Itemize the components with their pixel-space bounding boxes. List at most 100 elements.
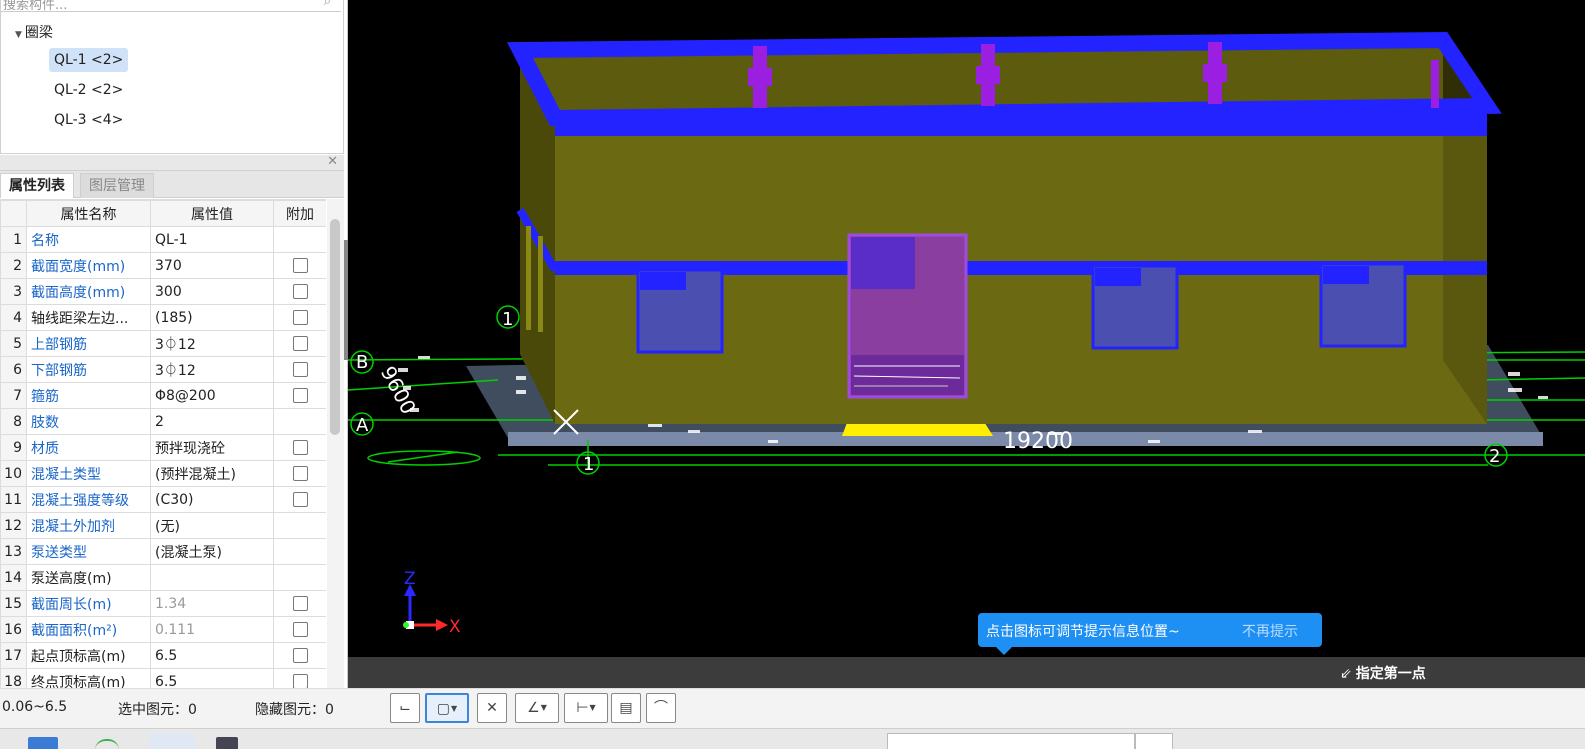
object-snap-button[interactable]: ▢▼ bbox=[425, 693, 469, 723]
property-value[interactable]: (混凝土泵) bbox=[150, 538, 274, 565]
property-row[interactable]: 10 混凝土类型 (预拌混凝土) bbox=[0, 460, 326, 487]
taskbar-app-icon[interactable] bbox=[28, 737, 58, 749]
property-name: 截面周长(m) bbox=[26, 590, 151, 617]
display-toggle-button[interactable]: ▤ bbox=[611, 693, 641, 723]
property-value[interactable]: 3⏀12 bbox=[150, 330, 274, 357]
property-value[interactable]: 1.34 bbox=[150, 590, 274, 617]
property-value[interactable]: (C30) bbox=[150, 486, 274, 513]
3d-viewport[interactable]: 1 2 A B 1 19200 9600 X Z bbox=[348, 0, 1585, 657]
row-index: 14 bbox=[0, 564, 27, 591]
property-value[interactable]: 6.5 bbox=[150, 668, 274, 689]
orthogonal-snap-button[interactable]: ⌙ bbox=[390, 693, 420, 723]
shrink-arrows-icon[interactable]: ⇙ bbox=[1340, 666, 1352, 682]
extra-checkbox[interactable] bbox=[292, 440, 308, 455]
extra-checkbox[interactable] bbox=[292, 466, 308, 481]
property-value[interactable]: QL-1 bbox=[150, 226, 274, 253]
property-row[interactable]: 2 截面宽度(mm) 370 bbox=[0, 252, 326, 279]
property-value[interactable]: 预拌现浇砼 bbox=[150, 434, 274, 461]
property-row[interactable]: 11 混凝土强度等级 (C30) bbox=[0, 486, 326, 513]
property-name: 上部钢筋 bbox=[26, 330, 151, 357]
property-extra bbox=[273, 512, 326, 539]
scrollbar-thumb[interactable] bbox=[330, 219, 340, 435]
taskbar-active-tab[interactable] bbox=[150, 733, 196, 749]
taskbar-monitor-icon[interactable] bbox=[216, 737, 238, 749]
extra-checkbox[interactable] bbox=[292, 596, 308, 611]
property-row[interactable]: 6 下部钢筋 3⏀12 bbox=[0, 356, 326, 383]
property-value[interactable]: 6.5 bbox=[150, 642, 274, 669]
property-row[interactable]: 17 起点顶标高(m) 6.5 bbox=[0, 642, 326, 669]
tree-item-ql-3[interactable]: QL-3 <4> bbox=[49, 108, 128, 132]
extra-checkbox[interactable] bbox=[292, 258, 308, 273]
property-extra bbox=[273, 278, 326, 305]
property-row[interactable]: 3 截面高度(mm) 300 bbox=[0, 278, 326, 305]
tree-item-ql-2[interactable]: QL-2 <2> bbox=[49, 78, 128, 102]
property-extra bbox=[273, 226, 326, 253]
tree-item-ql-1[interactable]: QL-1 <2> bbox=[49, 48, 129, 72]
chevron-down-icon[interactable]: ▼ bbox=[451, 704, 457, 713]
property-grid-scrollbar[interactable] bbox=[327, 199, 344, 689]
property-value[interactable]: (无) bbox=[150, 512, 274, 539]
property-row[interactable]: 4 轴线距梁左边... (185) bbox=[0, 304, 326, 331]
extra-checkbox[interactable] bbox=[292, 336, 308, 351]
row-index: 2 bbox=[0, 252, 27, 279]
taskbar-leaf-icon[interactable] bbox=[95, 739, 119, 749]
cross-snap-button[interactable]: ✕ bbox=[477, 693, 507, 723]
panel-splitter[interactable]: ✕ bbox=[0, 154, 344, 171]
property-value[interactable]: (预拌混凝土) bbox=[150, 460, 274, 487]
extra-checkbox[interactable] bbox=[292, 622, 308, 637]
property-extra bbox=[273, 642, 326, 669]
elevation-range: 0.06~6.5 bbox=[2, 699, 68, 715]
axis-label-2: 2 bbox=[1489, 446, 1500, 467]
chevron-down-icon[interactable]: ▼ bbox=[541, 703, 547, 712]
property-row[interactable]: 16 截面面积(m²) 0.111 bbox=[0, 616, 326, 643]
taskbar-search-button[interactable] bbox=[1135, 733, 1173, 749]
property-value[interactable]: 300 bbox=[150, 278, 274, 305]
tab-properties[interactable]: 属性列表 bbox=[0, 173, 74, 198]
property-row[interactable]: 8 肢数 2 bbox=[0, 408, 326, 435]
property-value[interactable] bbox=[150, 564, 274, 591]
chevron-down-icon[interactable]: ▼ bbox=[590, 703, 596, 712]
extra-checkbox[interactable] bbox=[292, 648, 308, 663]
dynamic-input-button[interactable]: ⌒ bbox=[646, 693, 676, 723]
tab-layers[interactable]: 图层管理 bbox=[80, 173, 154, 198]
cross-icon: ✕ bbox=[486, 700, 498, 716]
property-value[interactable]: 3⏀12 bbox=[150, 356, 274, 383]
extra-checkbox[interactable] bbox=[292, 674, 308, 689]
property-row[interactable]: 1 名称 QL-1 bbox=[0, 226, 326, 253]
property-row[interactable]: 12 混凝土外加剂 (无) bbox=[0, 512, 326, 539]
collapse-triangle-icon[interactable]: ▼ bbox=[15, 30, 22, 40]
curve-icon: ⌒ bbox=[654, 700, 668, 716]
extra-checkbox[interactable] bbox=[292, 492, 308, 507]
extra-checkbox[interactable] bbox=[292, 310, 308, 325]
left-panel: 搜索构件... ⌕ ▼ 圈梁 QL-1 <2> QL-2 <2> QL-3 <4>… bbox=[0, 0, 348, 695]
property-value[interactable]: 2 bbox=[150, 408, 274, 435]
property-value[interactable]: 370 bbox=[150, 252, 274, 279]
property-row[interactable]: 14 泵送高度(m) bbox=[0, 564, 326, 591]
hint-tooltip[interactable]: 点击图标可调节提示信息位置~ 不再提示 bbox=[978, 613, 1322, 655]
search-icon[interactable]: ⌕ bbox=[324, 0, 331, 9]
offset-input-button[interactable]: ⊢▼ bbox=[564, 693, 608, 723]
property-row[interactable]: 13 泵送类型 (混凝土泵) bbox=[0, 538, 326, 565]
property-value[interactable]: (185) bbox=[150, 304, 274, 331]
app-window: 搜索构件... ⌕ ▼ 圈梁 QL-1 <2> QL-2 <2> QL-3 <4>… bbox=[0, 0, 1585, 749]
selected-count: 选中图元：0 bbox=[118, 702, 197, 718]
property-row[interactable]: 15 截面周长(m) 1.34 bbox=[0, 590, 326, 617]
property-row[interactable]: 18 终点顶标高(m) 6.5 bbox=[0, 668, 326, 689]
property-row[interactable]: 9 材质 预拌现浇砼 bbox=[0, 434, 326, 461]
property-value[interactable]: 0.111 bbox=[150, 616, 274, 643]
angle-snap-button[interactable]: ∠▼ bbox=[515, 693, 559, 723]
extra-checkbox[interactable] bbox=[292, 284, 308, 299]
property-row[interactable]: 5 上部钢筋 3⏀12 bbox=[0, 330, 326, 357]
extra-checkbox[interactable] bbox=[292, 362, 308, 377]
taskbar-search-box[interactable] bbox=[887, 733, 1135, 749]
header-property-value: 属性值 bbox=[150, 200, 274, 227]
component-search-input[interactable]: 搜索构件... ⌕ bbox=[1, 0, 341, 13]
tree-node-ring-beam[interactable]: ▼ 圈梁 bbox=[15, 22, 53, 42]
property-row[interactable]: 7 箍筋 Φ8@200 bbox=[0, 382, 326, 409]
close-icon[interactable]: ✕ bbox=[327, 154, 338, 169]
dont-show-again-link[interactable]: 不再提示 bbox=[1242, 621, 1298, 641]
property-value[interactable]: Φ8@200 bbox=[150, 382, 274, 409]
property-name: 轴线距梁左边... bbox=[26, 304, 151, 331]
extra-checkbox[interactable] bbox=[292, 388, 308, 403]
property-name: 混凝土强度等级 bbox=[26, 486, 151, 513]
